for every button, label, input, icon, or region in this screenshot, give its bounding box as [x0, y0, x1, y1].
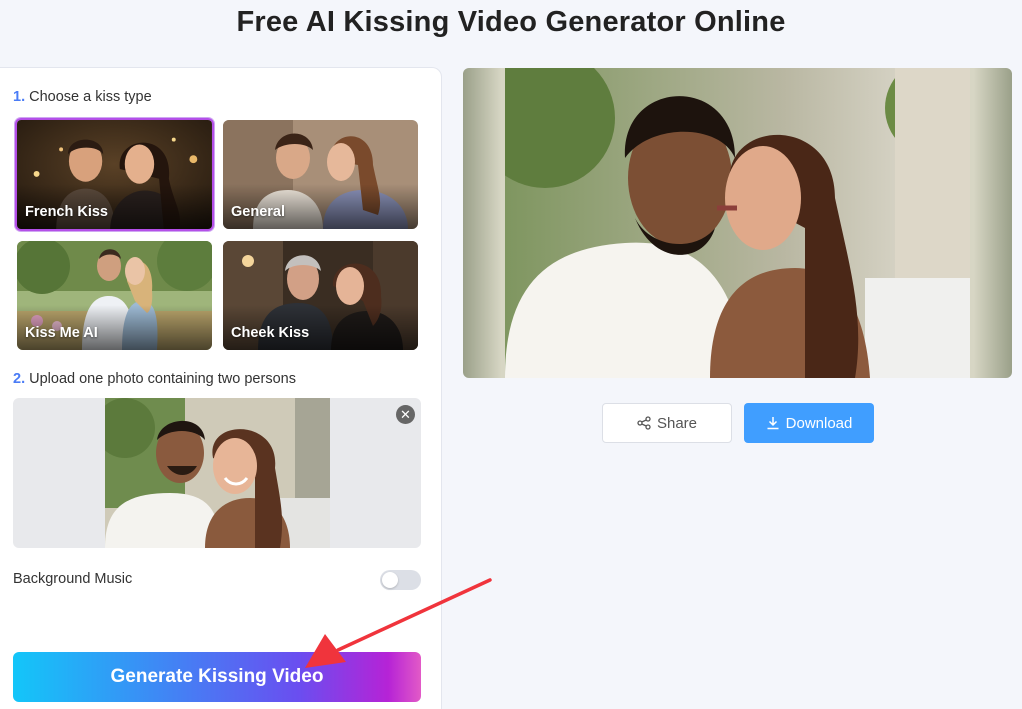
remove-photo-button[interactable]: ✕: [396, 405, 415, 424]
background-music-toggle[interactable]: [380, 570, 421, 590]
kiss-type-label: General: [231, 204, 285, 220]
generate-video-button[interactable]: Generate Kissing Video: [13, 652, 421, 702]
step2-heading: 2. Upload one photo containing two perso…: [13, 371, 296, 387]
kiss-type-label: French Kiss: [25, 204, 108, 220]
download-icon: [767, 417, 779, 430]
step1-heading: 1. Choose a kiss type: [13, 89, 152, 105]
share-label: Share: [656, 414, 698, 432]
page-title: Free AI Kissing Video Generator Online: [236, 6, 786, 38]
download-label: Download: [785, 414, 853, 432]
kiss-type-general[interactable]: General: [223, 120, 418, 229]
video-preview[interactable]: [463, 68, 1012, 378]
download-button[interactable]: Download: [744, 403, 874, 443]
upload-dropzone[interactable]: ✕: [13, 398, 421, 548]
step2-number: 2.: [13, 371, 26, 387]
share-button[interactable]: Share: [602, 403, 732, 443]
step1-label: Choose a kiss type: [29, 89, 152, 105]
kiss-type-label: Cheek Kiss: [231, 325, 310, 341]
step1-number: 1.: [13, 89, 26, 105]
kiss-type-french-kiss[interactable]: French Kiss: [15, 118, 214, 231]
close-icon: ✕: [400, 407, 411, 422]
toggle-knob: [382, 572, 398, 588]
kiss-type-cheek-kiss[interactable]: Cheek Kiss: [223, 241, 418, 350]
background-music-label: Background Music: [13, 571, 133, 587]
share-icon: [637, 416, 651, 430]
uploaded-photo: [105, 398, 330, 548]
kiss-type-kiss-me-ai[interactable]: Kiss Me AI: [17, 241, 212, 350]
step2-label: Upload one photo containing two persons: [29, 371, 296, 387]
kiss-type-label: Kiss Me AI: [25, 325, 98, 341]
preview-image: [505, 68, 970, 378]
